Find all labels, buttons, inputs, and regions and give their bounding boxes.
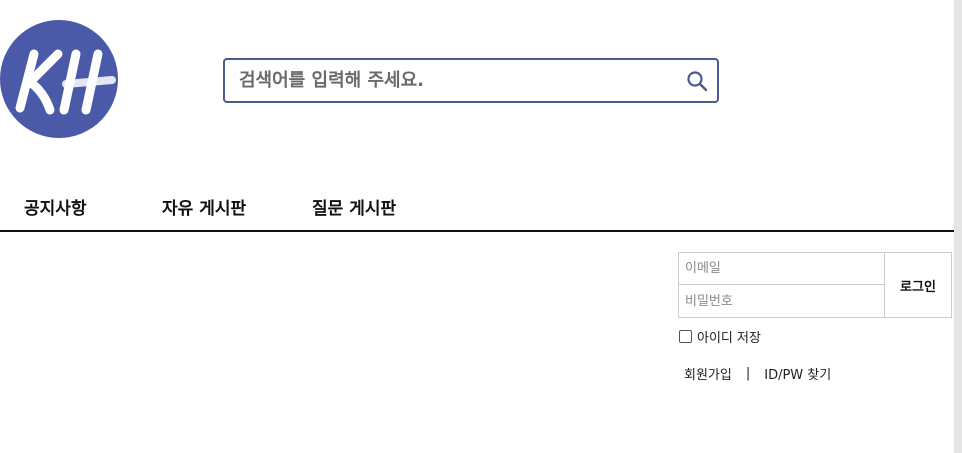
nav-item-free-board[interactable]: 자유 게시판 [162, 194, 246, 219]
password-field[interactable] [679, 285, 884, 317]
login-button[interactable]: 로그인 [885, 253, 951, 317]
find-id-pw-link[interactable]: ID/PW 찾기 [764, 364, 831, 383]
vertical-scrollbar[interactable] [954, 0, 962, 453]
login-form: 로그인 [678, 252, 952, 318]
remember-id-checkbox[interactable] [679, 330, 692, 343]
kh-logo-icon [0, 20, 118, 138]
main-nav: 공지사항 자유 게시판 질문 게시판 [0, 190, 954, 232]
search-bar [223, 58, 719, 103]
email-field[interactable] [679, 253, 884, 285]
account-links: 회원가입 | ID/PW 찾기 [684, 364, 831, 383]
login-fields [679, 253, 885, 317]
link-separator: | [745, 366, 751, 381]
remember-id[interactable]: 아이디 저장 [679, 327, 761, 346]
site-logo[interactable] [0, 20, 118, 138]
search-icon[interactable] [677, 61, 717, 101]
remember-id-label: 아이디 저장 [697, 331, 761, 346]
nav-item-notice[interactable]: 공지사항 [24, 194, 87, 219]
signup-link[interactable]: 회원가입 [684, 364, 732, 383]
search-input[interactable] [225, 60, 677, 101]
nav-item-question-board[interactable]: 질문 게시판 [312, 194, 396, 219]
page: 공지사항 자유 게시판 질문 게시판 로그인 아이디 저장 회원가입 | ID/… [0, 0, 962, 453]
